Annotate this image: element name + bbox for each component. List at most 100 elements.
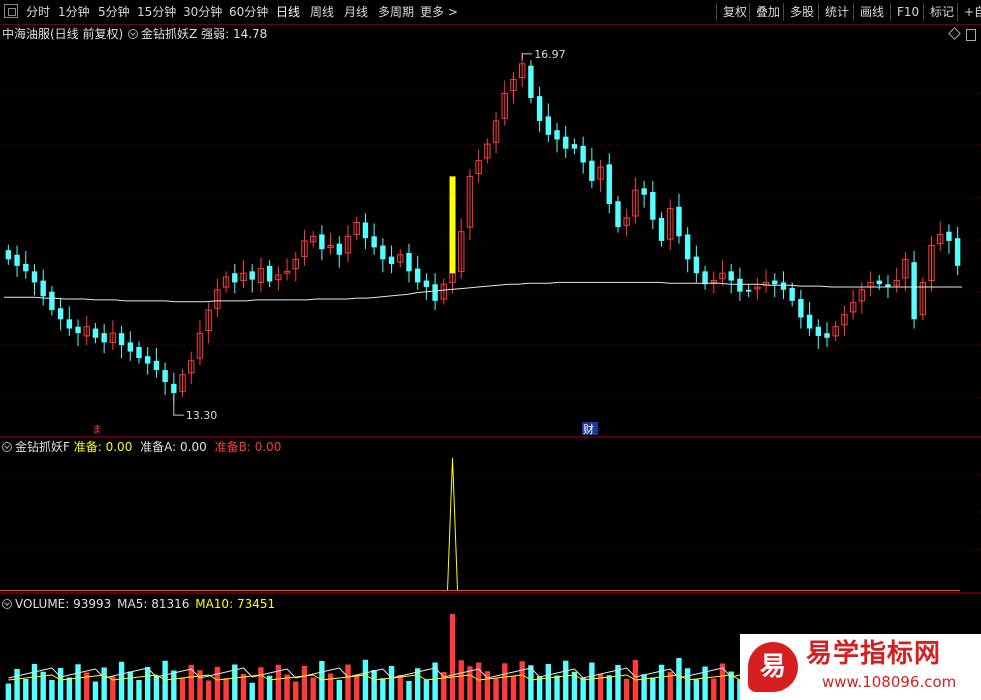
volume-bar [301,665,308,700]
volume-bar [240,674,247,700]
volume-bar [345,664,351,700]
candle-body [57,308,64,320]
candle-body [554,130,560,140]
indicator-spike [447,457,459,591]
candle-body [14,254,20,266]
volume-bar [414,668,421,700]
volume-bar [371,670,377,700]
volume-ma10-label: MA10: [195,597,234,611]
high-marker-line [521,53,533,60]
volume-bar [197,670,203,700]
volume-bar [719,663,726,700]
volume-bar [327,673,334,700]
candle-body [728,271,734,281]
watermark-url: www.108096.com [822,673,957,691]
volume-bar [5,683,12,700]
candle-body [101,333,107,343]
candle-body [162,370,168,383]
volume-bar [205,680,212,700]
candle-body [5,250,12,260]
volume-bar [711,678,717,700]
candle-body [606,164,612,205]
volume-bar [75,664,81,700]
candle-body [815,326,821,336]
candle-body [545,116,552,135]
candle-body [684,234,691,260]
candle-body [145,356,151,364]
candle-body [31,271,38,283]
volume-bar [380,678,386,700]
volume-bar [145,667,151,700]
ready-b-value: 0.00 [254,440,282,454]
volume-ma5-value: 81316 [151,597,190,611]
volume-bar [136,680,142,700]
site-watermark: 易 易学指标网 www.108096.com [740,634,981,700]
candle-body [824,333,830,338]
volume-bar [563,660,569,700]
volume-bar [249,682,255,700]
volume-bar [293,681,299,700]
volume-bar [624,679,630,700]
volume-bar [693,679,700,700]
volume-bar [449,614,456,700]
volume-bar [354,674,360,700]
candle-body [23,263,29,272]
ma-line [4,281,962,303]
volume-bar [171,670,177,700]
candle-body [49,291,55,311]
candle-body [780,282,787,290]
watermark-logo-icon: 易 [748,642,798,692]
candle-body [589,160,595,181]
candle-body [650,192,656,220]
low-price-label: 13.30 [186,409,218,422]
volume-ma10-value: 73451 [236,597,276,611]
candle-body [789,287,795,301]
ready-value: 0.00 [105,440,133,454]
ready-a-value: 0.00 [180,440,207,454]
volume-bar [536,676,543,700]
ready-b-label: 准备B: [214,440,251,454]
volume-bar [589,662,595,700]
candle-body [946,231,952,241]
candle-body [798,299,804,318]
volume-bar [676,658,682,700]
volume-bar [92,681,99,700]
volume-bar [475,662,482,700]
volume-bar [423,679,430,700]
volume-value: 93993 [73,597,112,611]
candle-body [171,383,177,394]
volume-bar [606,675,612,700]
event-marker-right[interactable]: 财 [583,422,594,436]
candle-body [319,234,325,250]
volume-ma5-label: MA5: [117,597,148,611]
event-marker-left[interactable]: ま [92,424,102,436]
indicator-grid [0,474,981,551]
candle-body [580,145,586,163]
candle-body [362,222,369,239]
indicator-f-name[interactable]: 金钻抓妖F [15,440,70,454]
candle-body [388,256,395,264]
volume-bar [14,669,20,700]
volume-bar [658,664,665,700]
candle-body [136,346,142,359]
indicator-f-menu-icon[interactable] [2,442,12,452]
volume-bar [127,671,133,700]
candle-body [380,245,386,260]
candle-body [75,326,81,334]
candle-body [92,328,99,338]
candle-body [406,252,412,272]
chart-canvas: 16.97 13.30 ま 财 [0,48,981,700]
volume-menu-icon[interactable] [2,599,12,609]
volume-bar [188,664,194,700]
candle-body [641,188,647,195]
low-marker-line [173,395,184,416]
candle-body [371,236,377,248]
candle-body [876,280,882,285]
candle-body [528,65,534,98]
candle-body [536,96,543,122]
candle-body [745,289,752,292]
volume-bar [258,667,264,700]
volume-bar [118,661,125,700]
volume-bar [397,675,403,700]
volume-bar [510,676,517,700]
